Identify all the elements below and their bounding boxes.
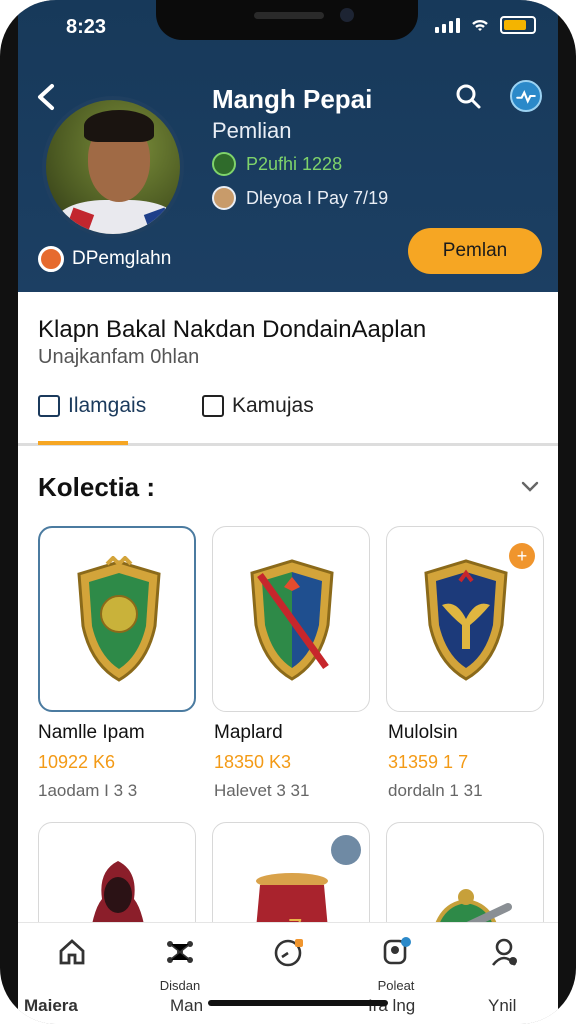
mini-avatar-icon [212,186,236,210]
page-subtitle: Unajkanfam 0hlan [38,346,200,368]
item-value: 18350 K3 [214,752,292,772]
split-shield-icon [250,559,334,681]
status-time: 8:23 [66,16,107,38]
user-icon [491,938,517,966]
nav-user[interactable] [450,935,558,978]
cta-button[interactable]: Pemlan [408,228,542,274]
section-title: Kolectia : [38,472,156,502]
item-info-3: Mulolsin 31359 1 7 dordaln 1 31 [388,722,546,801]
edit-icon [38,395,60,417]
item-name: Mulolsin [388,722,458,743]
club-icon [38,246,64,272]
pin-icon [212,152,236,176]
meta-row-2: Dleyoa I Pay 7/19 [212,186,388,210]
card-icon [202,395,224,417]
timer-icon [274,939,303,967]
signal-icon [435,17,460,33]
home-icon [59,939,85,965]
item-name: Maplard [214,722,283,743]
player-avatar[interactable] [42,96,184,238]
nav-discover[interactable]: Disdan [126,935,234,993]
club-row[interactable]: DPemglahn [38,246,171,272]
item-subtext: 1aodam I 3 3 [38,781,138,800]
activity-icon[interactable] [510,80,542,112]
front-camera [340,8,354,22]
page-title: Klapn Bakal Nakdan DondainAaplan [38,316,427,343]
wifi-icon [472,19,488,31]
collection-card[interactable] [212,526,370,712]
status-icons [435,16,536,34]
profile-badge-icon [383,937,411,965]
club-name: DPemglahn [72,248,172,269]
add-badge-icon[interactable]: + [509,543,535,569]
eagle-shield-icon [424,559,508,681]
item-subtext: dordaln 1 31 [388,781,483,800]
bottom-label-c[interactable]: Ira lng [368,996,415,1016]
network-icon [167,941,193,963]
green-shield-icon [77,556,161,682]
item-value: 10922 K6 [38,752,116,772]
collection-card[interactable]: + [386,526,544,712]
nav-profile[interactable]: Poleat [342,935,450,993]
tab-label: Ilamgais [68,394,147,417]
tab-label: Kamujas [232,394,314,417]
nav-home[interactable] [18,935,126,978]
item-name: Namlle Ipam [38,722,145,743]
collection-card[interactable] [38,526,196,712]
meta-2-text: Dleyoa I Pay 7/19 [246,187,389,208]
player-name: Mangh Pepai [212,84,373,114]
pin-badge-icon[interactable] [331,835,361,865]
player-subtitle: Pemlian [212,118,292,143]
speaker [254,12,324,19]
meta-row-1: P2ufhi 1228 [212,152,342,176]
battery-icon [500,16,536,34]
camera-notch [156,0,418,40]
nav-label: Disdan [159,978,201,993]
item-info-1: Namlle Ipam 10922 K6 1aodam I 3 3 [38,722,196,801]
meta-1-text: P2ufhi 1228 [246,153,343,174]
bottom-label-d[interactable]: Ynil [488,996,516,1016]
active-tab-indicator [38,441,128,445]
home-indicator[interactable] [208,1000,388,1006]
search-icon[interactable] [454,82,482,110]
bottom-label-b[interactable]: Man [170,996,203,1016]
nav-activity[interactable] [234,935,342,978]
profile-header: 8:23 Mangh Pepai Pemlian P2ufhi 1228 Dle… [18,0,558,292]
phone-frame: 8:23 Mangh Pepai Pemlian P2ufhi 1228 Dle… [0,0,576,1024]
item-subtext: Halevet 3 31 [214,781,310,800]
tab-ilamgais[interactable]: Ilamgais [38,394,146,418]
bottom-label-a[interactable]: Maiera [24,996,78,1016]
screen: 8:23 Mangh Pepai Pemlian P2ufhi 1228 Dle… [18,0,558,1024]
back-button[interactable] [32,80,62,114]
item-value: 31359 1 7 [388,752,469,772]
nav-label: Poleat [377,978,415,993]
tab-kamujas[interactable]: Kamujas [202,394,314,418]
chevron-down-icon[interactable] [518,474,542,498]
tab-bar: Ilamgais Kamujas [18,384,558,446]
item-info-2: Maplard 18350 K3 Halevet 3 31 [214,722,372,801]
